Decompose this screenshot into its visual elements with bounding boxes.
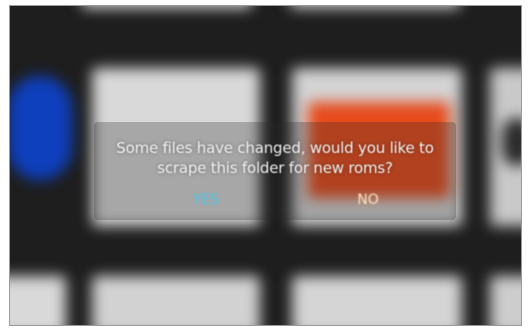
- tile-top-2: [290, 6, 460, 8]
- app-screen: Some files have changed, would you like …: [9, 5, 522, 326]
- yes-button[interactable]: YES: [176, 192, 236, 208]
- dialog-message: Some files have changed, would you like …: [116, 139, 434, 177]
- scrape-confirm-dialog: Some files have changed, would you like …: [94, 122, 456, 220]
- tile-bottom-4: [490, 276, 521, 325]
- tile-blue[interactable]: [10, 76, 72, 180]
- tile-bottom-3: [292, 276, 462, 325]
- tile-bottom-1: [10, 276, 66, 325]
- tile-gray-2-art: [502, 118, 521, 166]
- tile-top-1: [82, 6, 252, 8]
- tile-bottom-2: [92, 276, 260, 325]
- no-button[interactable]: NO: [338, 192, 398, 208]
